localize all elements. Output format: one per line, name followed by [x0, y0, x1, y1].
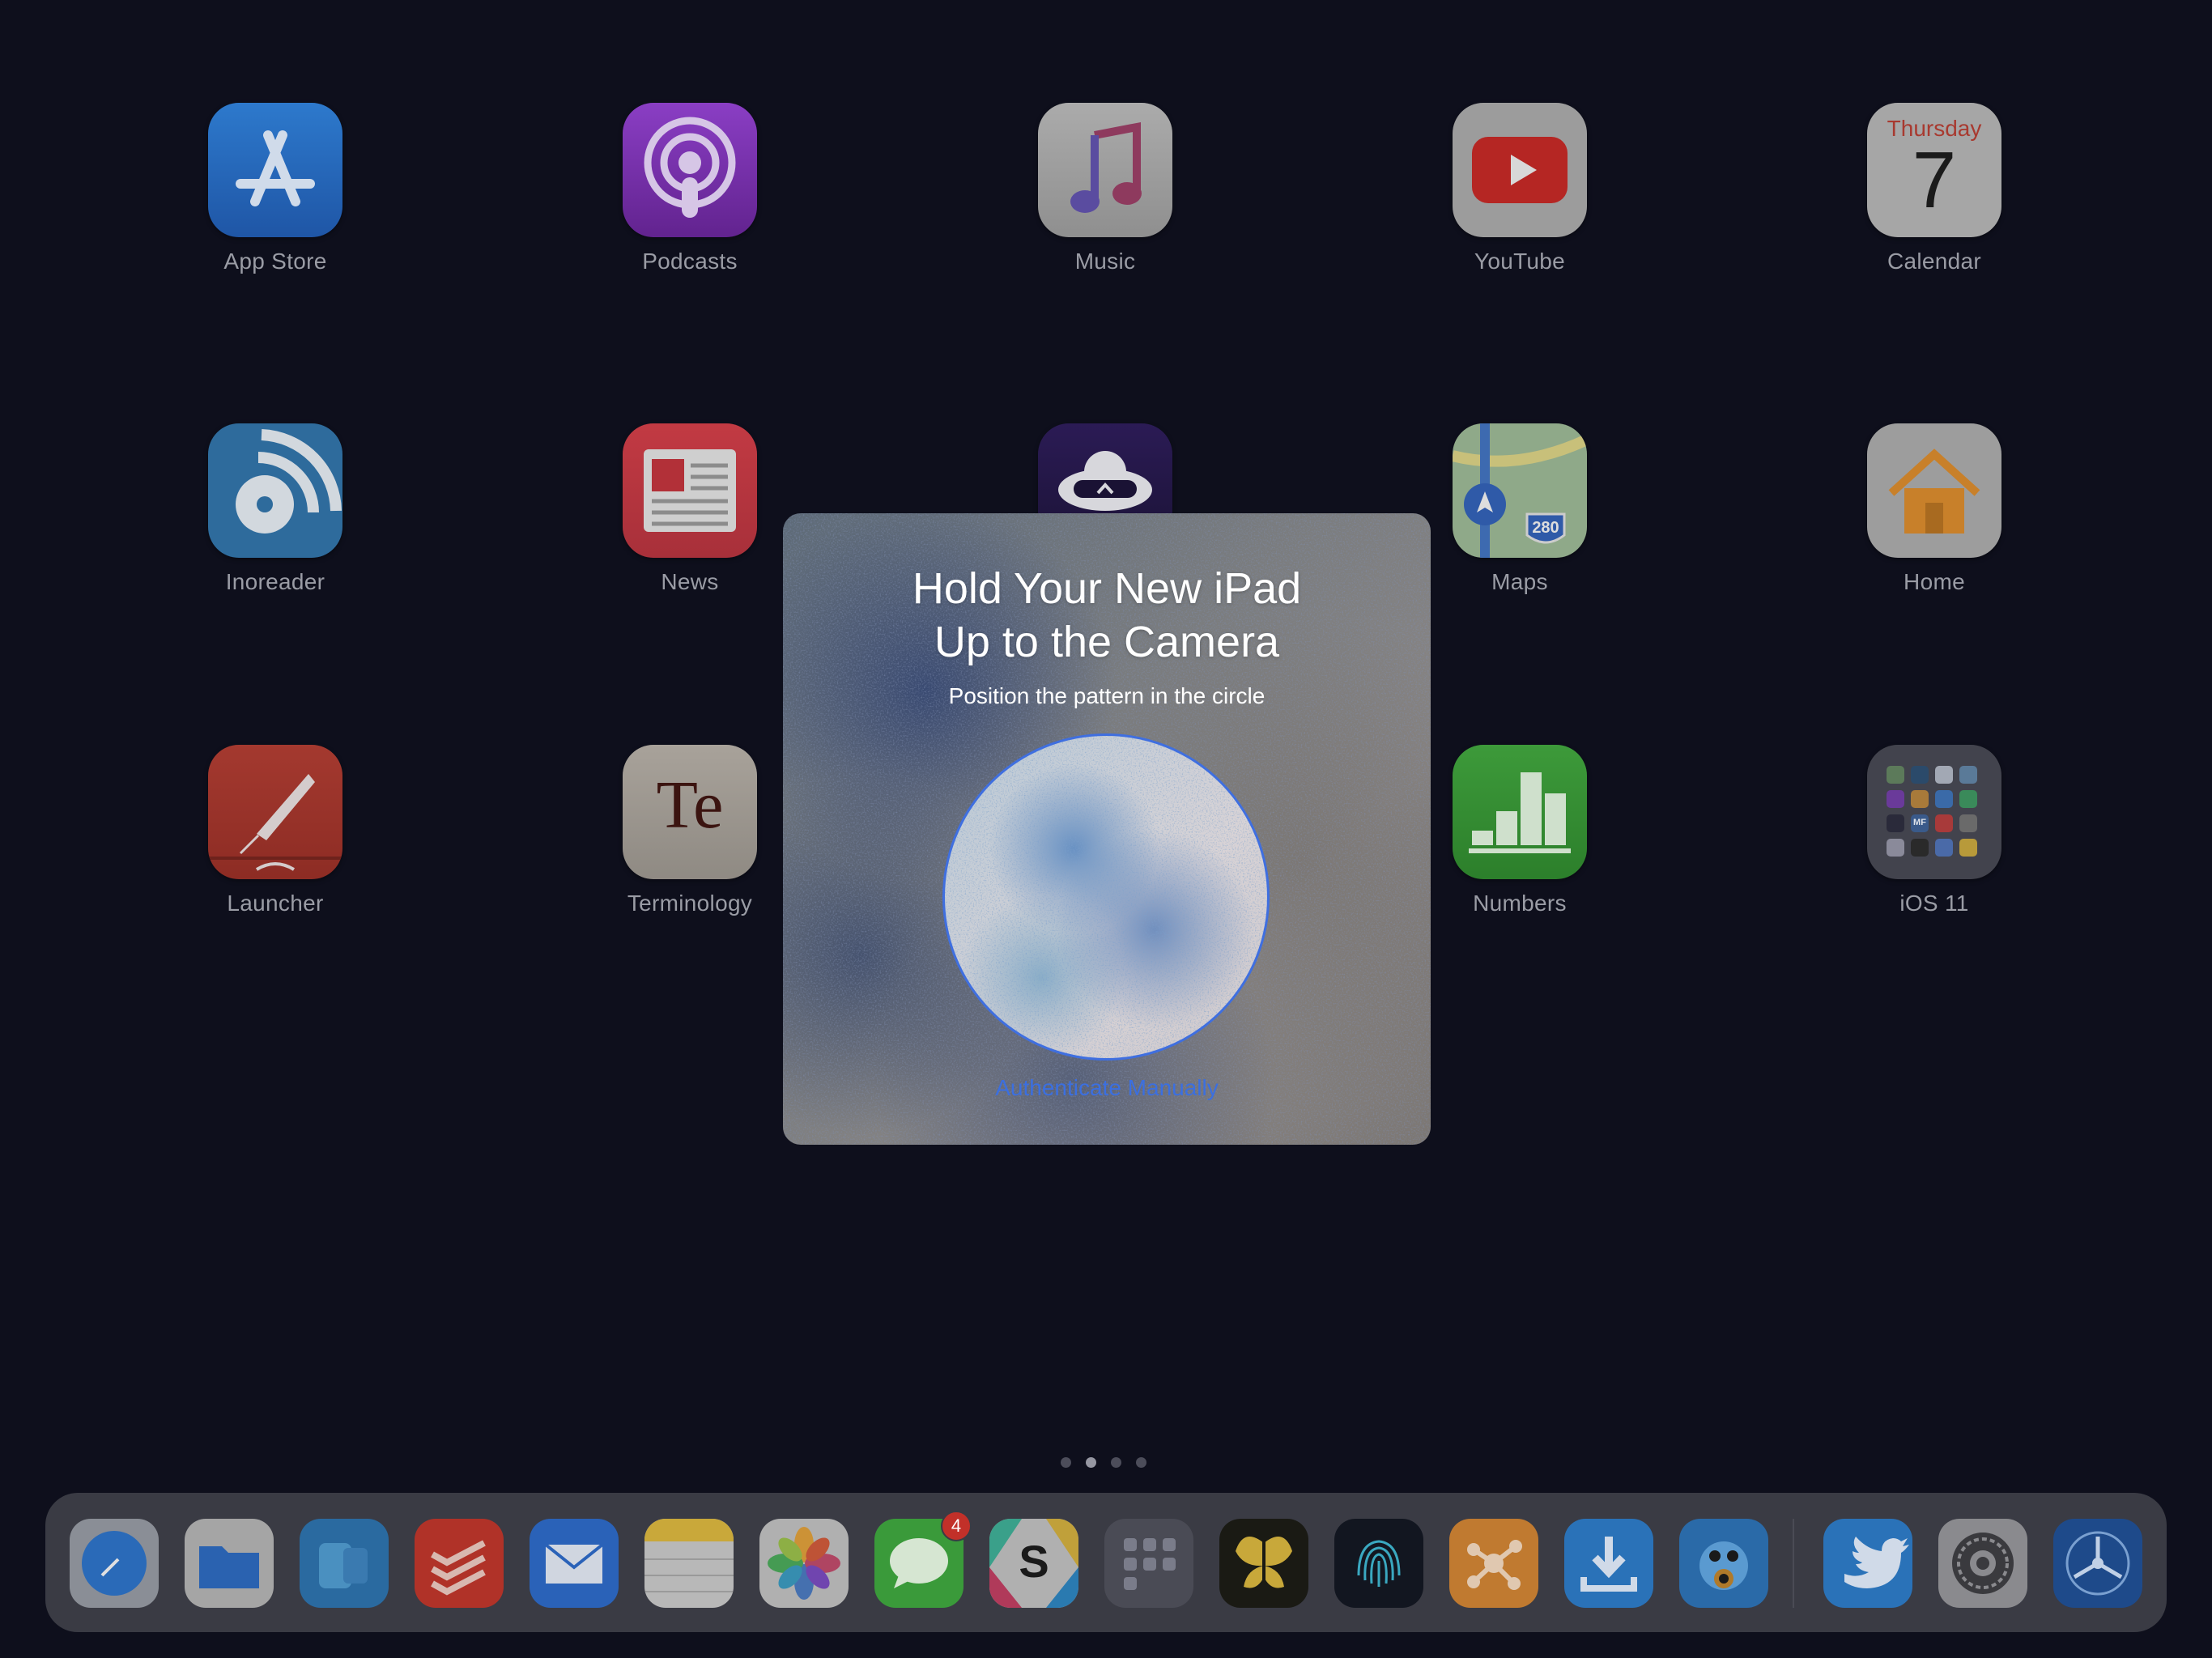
app-label: Inoreader	[225, 569, 325, 594]
app-label: Music	[1074, 249, 1136, 274]
mini-app-label: MF	[1913, 818, 1926, 827]
numbers-icon	[1453, 745, 1587, 879]
music-app[interactable]: Music	[968, 103, 1243, 274]
app-label: Calendar	[1887, 249, 1982, 274]
photos-icon[interactable]	[759, 1519, 849, 1608]
page-dot[interactable]	[1136, 1457, 1146, 1468]
launcher-app[interactable]: Launcher	[138, 745, 413, 916]
dialog-title: Hold Your New iPad Up to the Camera	[783, 562, 1431, 669]
app-label: Podcasts	[642, 249, 738, 274]
maps-icon: 280	[1453, 423, 1587, 558]
app-label: YouTube	[1474, 249, 1566, 274]
page-indicator[interactable]	[1061, 1457, 1146, 1469]
maps-shield-number: 280	[1532, 519, 1559, 537]
youtube-app[interactable]: YouTube	[1382, 103, 1657, 274]
calendar-icon: Thursday 7	[1867, 103, 2001, 237]
notes-icon[interactable]	[644, 1519, 734, 1608]
page-dot-active[interactable]	[1086, 1457, 1096, 1468]
dock-separator	[1793, 1519, 1794, 1608]
pairing-dialog: Hold Your New iPad Up to the Camera Posi…	[783, 513, 1431, 1145]
camera-viewfinder-circle	[942, 733, 1270, 1061]
twitter-icon[interactable]	[1823, 1519, 1912, 1608]
dialog-title-line2: Up to the Camera	[934, 618, 1280, 666]
dialog-title-line1: Hold Your New iPad	[912, 564, 1302, 613]
todoist-icon[interactable]	[415, 1519, 504, 1608]
app-label: iOS 11	[1899, 891, 1969, 916]
podcasts-app[interactable]: Podcasts	[552, 103, 827, 274]
mail-icon[interactable]	[530, 1519, 619, 1608]
authenticate-manually-link[interactable]: Authenticate Manually	[783, 1075, 1431, 1101]
files-icon[interactable]	[185, 1519, 274, 1608]
dock: 4 S	[45, 1493, 2167, 1632]
mindnode-icon[interactable]	[1449, 1519, 1538, 1608]
svg-text:S: S	[1019, 1536, 1049, 1587]
dialog-subtitle: Position the pattern in the circle	[948, 683, 1266, 708]
app-folder-icon[interactable]	[300, 1519, 389, 1608]
news-icon	[623, 423, 757, 558]
calendar-day-number: 7	[1912, 135, 1957, 224]
notification-badge: 4	[941, 1511, 972, 1541]
app-label: Home	[1904, 569, 1965, 594]
home-icon	[1867, 423, 2001, 558]
terminology-glyph: Te	[656, 767, 724, 843]
testflight-icon[interactable]	[2053, 1519, 2142, 1608]
youtube-icon	[1453, 103, 1587, 237]
slack-icon[interactable]: S	[989, 1519, 1078, 1608]
app-store-icon	[208, 103, 342, 237]
terminology-icon: Te	[623, 745, 757, 879]
launcher-icon	[208, 745, 342, 879]
home-app[interactable]: Home	[1797, 423, 2072, 595]
downloads-icon[interactable]	[1564, 1519, 1653, 1608]
inoreader-icon	[208, 423, 342, 558]
tweetbot-icon[interactable]	[1679, 1519, 1768, 1608]
fingerprint-icon[interactable]	[1334, 1519, 1423, 1608]
calendar-app[interactable]: Thursday 7 Calendar	[1797, 103, 2072, 274]
messages-app[interactable]: 4	[874, 1511, 972, 1608]
ios11-folder[interactable]: MF iOS 11	[1797, 745, 2072, 916]
app-label: Launcher	[227, 891, 324, 916]
page-dot[interactable]	[1111, 1457, 1121, 1468]
app-label: App Store	[223, 249, 327, 274]
tes-icon[interactable]	[1219, 1519, 1308, 1608]
folder-icon[interactable]	[1104, 1519, 1193, 1608]
app-store-app[interactable]: App Store	[138, 103, 413, 274]
safari-icon[interactable]	[70, 1519, 159, 1608]
inoreader-app[interactable]: Inoreader	[138, 423, 413, 595]
settings-icon[interactable]	[1938, 1519, 2027, 1608]
page-dot[interactable]	[1061, 1457, 1071, 1468]
music-icon	[1038, 103, 1172, 237]
podcasts-icon	[623, 103, 757, 237]
folder-icon: MF	[1867, 745, 2001, 879]
